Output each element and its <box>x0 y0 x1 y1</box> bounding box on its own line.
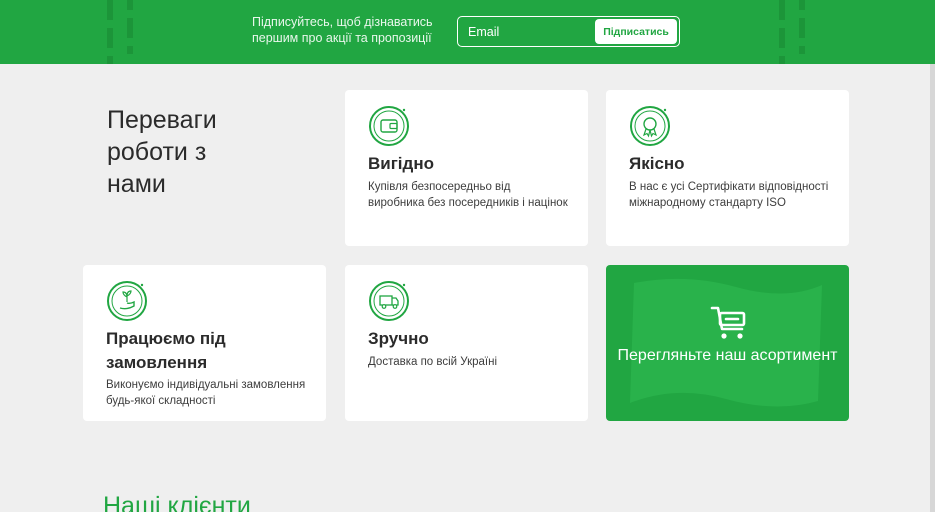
hand-plant-icon <box>107 281 147 321</box>
advantage-card: Вигідно Купівля безпосередньо від виробн… <box>345 90 588 246</box>
decorative-flag <box>630 278 822 407</box>
subscribe-button[interactable]: Підписатись <box>595 19 677 44</box>
advantage-card: Зручно Доставка по всій Україні <box>345 265 588 421</box>
subscribe-banner: Підписуйтесь, щоб дізнаватись першим про… <box>0 0 935 64</box>
advantage-card: Якісно В нас є усі Сертифікати відповідн… <box>606 90 849 246</box>
view-catalog-label: Перегляньте наш асортимент <box>617 347 838 364</box>
view-catalog-button[interactable]: Перегляньте наш асортимент <box>606 265 849 421</box>
section-title: Переваги роботи з нами <box>107 106 217 198</box>
wallet-icon <box>369 106 409 146</box>
card-title: Зручно <box>368 329 429 348</box>
card-title: Вигідно <box>368 154 434 173</box>
decorative-stripe <box>799 0 805 54</box>
scrollbar[interactable] <box>930 64 935 512</box>
card-title: Працюємо під замовлення <box>106 329 226 372</box>
decorative-stripe <box>779 0 785 64</box>
card-description: В нас є усі Сертифікати відповідності мі… <box>629 181 829 209</box>
subscribe-text: Підписуйтесь, щоб дізнаватись першим про… <box>252 15 433 45</box>
decorative-stripe <box>127 0 133 54</box>
decorative-stripe <box>107 0 113 64</box>
subscribe-form: Підписатись <box>457 16 680 47</box>
card-title: Якісно <box>629 154 685 173</box>
clients-section-title: Наші клієнти <box>103 492 251 512</box>
delivery-truck-icon <box>369 281 409 321</box>
card-description: Виконуємо індивідуальні замовлення будь-… <box>106 379 306 407</box>
advantage-card: Працюємо під замовлення Виконуємо індиві… <box>83 265 326 421</box>
card-description: Купівля безпосередньо від виробника без … <box>368 181 568 209</box>
email-field[interactable] <box>468 21 593 43</box>
quality-badge-icon <box>630 106 670 146</box>
card-description: Доставка по всій Україні <box>368 356 498 368</box>
cart-icon <box>710 306 746 339</box>
